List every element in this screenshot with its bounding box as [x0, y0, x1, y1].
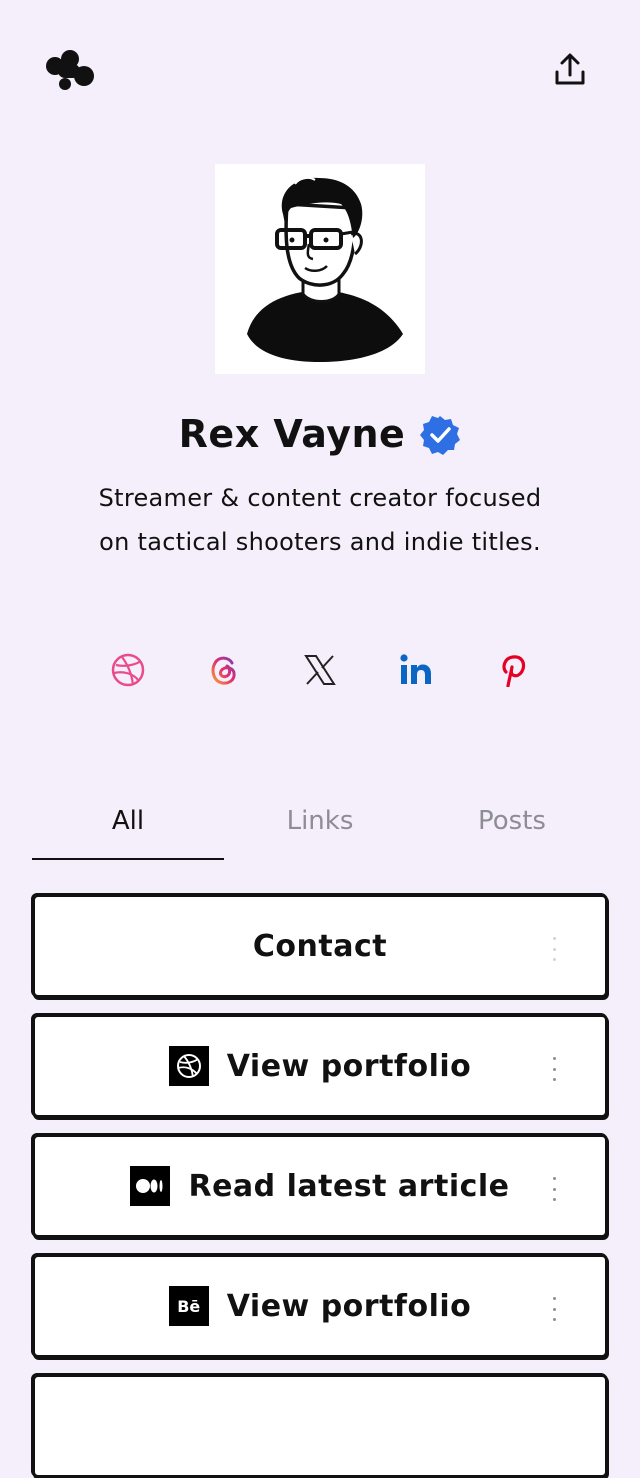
- share-upload-icon[interactable]: [552, 52, 588, 88]
- link-card-content: View portfolio: [35, 1017, 605, 1115]
- more-options-icon[interactable]: [551, 937, 557, 961]
- link-card-contact[interactable]: Contact: [32, 894, 608, 998]
- avatar-illustration: [247, 176, 403, 362]
- link-label: View portfolio: [226, 1048, 472, 1084]
- link-label: View portfolio: [226, 1288, 472, 1324]
- dribbble-icon: [168, 1046, 209, 1086]
- tab-links[interactable]: Links: [224, 790, 416, 860]
- active-tab-indicator: [32, 858, 224, 860]
- more-options-icon[interactable]: [551, 1057, 557, 1081]
- top-bar: [0, 0, 640, 140]
- more-options-icon[interactable]: [551, 1177, 557, 1201]
- link-card-latest-article[interactable]: Read latest article: [32, 1134, 608, 1238]
- behance-glyph: Bē: [177, 1296, 201, 1316]
- link-card-next-partial[interactable]: [32, 1374, 608, 1478]
- pinterest-icon[interactable]: [488, 646, 536, 694]
- linkedin-icon[interactable]: [392, 646, 440, 694]
- profile-name: Rex Vayne: [178, 412, 406, 456]
- link-card-content: Contact: [35, 897, 605, 995]
- dribbble-icon[interactable]: [104, 646, 152, 694]
- bio-line: Streamer & content creator focused: [98, 484, 542, 512]
- tab-posts[interactable]: Posts: [416, 790, 608, 860]
- x-icon[interactable]: [296, 646, 344, 694]
- verified-badge-icon: [420, 416, 461, 455]
- link-card-portfolio-dribbble[interactable]: View portfolio: [32, 1014, 608, 1118]
- more-options-icon[interactable]: [551, 1297, 557, 1321]
- link-card-content: Bē View portfolio: [35, 1257, 605, 1355]
- profile-name-row: Rex Vayne: [0, 402, 640, 466]
- link-label: Contact: [252, 928, 388, 964]
- content-tabs: All Links Posts: [32, 790, 608, 862]
- profile-bio: Streamer & content creator focused on ta…: [40, 476, 600, 564]
- tab-all[interactable]: All: [32, 790, 224, 860]
- medium-icon: [130, 1166, 171, 1206]
- link-card-portfolio-behance[interactable]: Bē View portfolio: [32, 1254, 608, 1358]
- threads-icon[interactable]: [200, 646, 248, 694]
- link-card-content: Read latest article: [35, 1137, 605, 1235]
- bio-line: on tactical shooters and indie titles.: [99, 528, 541, 556]
- avatar: [215, 164, 425, 374]
- link-label: Read latest article: [188, 1168, 510, 1204]
- blob-logo-icon[interactable]: [44, 50, 98, 92]
- behance-icon: Bē: [168, 1286, 209, 1326]
- social-links: [0, 646, 640, 696]
